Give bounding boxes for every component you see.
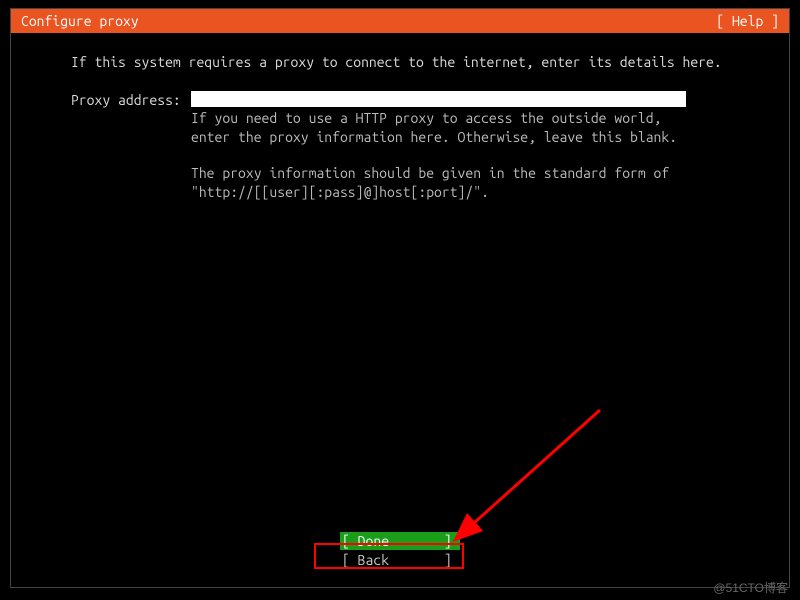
proxy-hint-1: If you need to use a HTTP proxy to acces… xyxy=(191,109,691,148)
watermark-text: @51CTO博客 xyxy=(713,579,788,596)
content-area: If this system requires a proxy to conne… xyxy=(11,33,789,203)
proxy-hint-2: The proxy information should be given in… xyxy=(191,164,691,203)
footer-buttons: [ Done ] [ Back ] xyxy=(11,532,789,569)
proxy-field-row: Proxy address: If you need to use a HTTP… xyxy=(71,91,729,203)
page-title: Configure proxy xyxy=(19,13,716,29)
intro-text: If this system requires a proxy to conne… xyxy=(71,53,729,73)
header-bar: Configure proxy [ Help ] xyxy=(11,9,789,33)
proxy-label: Proxy address: xyxy=(71,91,191,111)
help-button[interactable]: [ Help ] xyxy=(716,13,781,29)
done-button[interactable]: [ Done ] xyxy=(340,532,460,550)
proxy-address-input[interactable] xyxy=(191,91,686,107)
proxy-field-right: If you need to use a HTTP proxy to acces… xyxy=(191,91,729,203)
back-button[interactable]: [ Back ] xyxy=(340,551,460,569)
installer-frame: Configure proxy [ Help ] If this system … xyxy=(10,8,790,588)
